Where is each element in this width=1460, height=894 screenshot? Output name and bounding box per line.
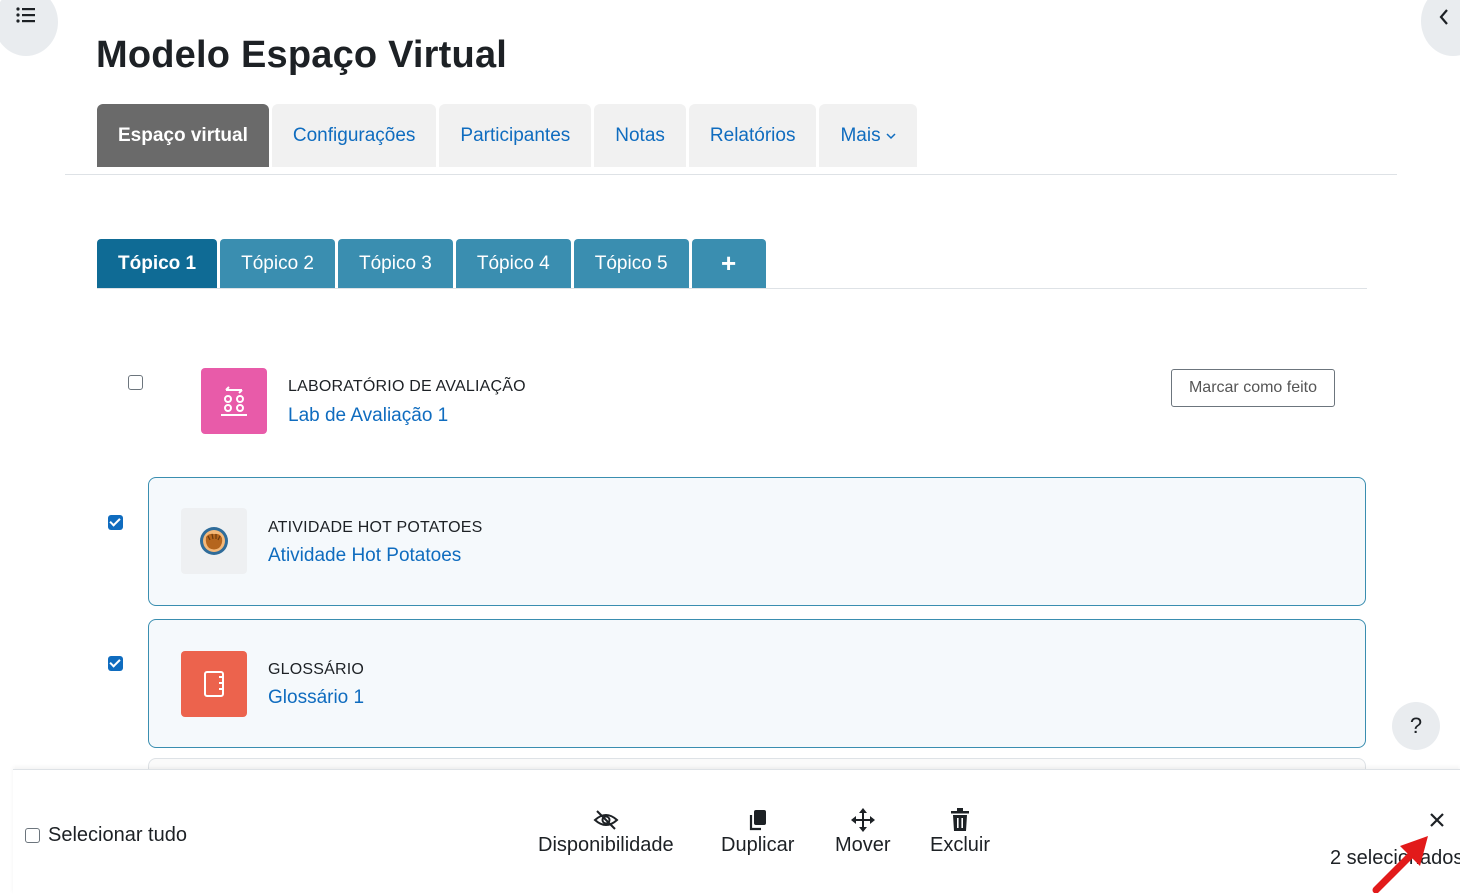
- glossary-icon: [181, 651, 247, 717]
- activity-card-selected[interactable]: [148, 477, 1366, 606]
- activity-checkbox[interactable]: [108, 656, 123, 671]
- topic-tab-label: Tópico 5: [594, 252, 668, 274]
- chevron-left-icon: [1438, 8, 1450, 31]
- page-title: Modelo Espaço Virtual: [96, 34, 508, 76]
- nav-tab-participantes[interactable]: Participantes: [439, 104, 592, 167]
- block-drawer-toggle[interactable]: [1421, 0, 1460, 56]
- availability-label: Disponibilidade: [538, 834, 674, 856]
- mark-as-done-button[interactable]: Marcar como feito: [1171, 369, 1335, 407]
- nav-divider: [65, 174, 1397, 175]
- topics-divider: [97, 288, 1367, 289]
- delete-label: Excluir: [930, 834, 991, 856]
- topic-tab-1[interactable]: Tópico 1: [97, 239, 218, 288]
- nav-tab-configuracoes[interactable]: Configurações: [271, 104, 437, 167]
- topic-tab-2[interactable]: Tópico 2: [220, 239, 335, 288]
- move-icon: [850, 806, 876, 834]
- list-icon: [16, 6, 36, 29]
- topic-tab-4[interactable]: Tópico 4: [455, 239, 571, 288]
- topic-tab-label: Tópico 4: [476, 252, 550, 274]
- secondary-navigation: Espaço virtual Configurações Participant…: [97, 104, 917, 167]
- activity-link[interactable]: Glossário 1: [268, 687, 364, 709]
- trash-icon: [950, 806, 970, 834]
- nav-tab-label: Relatórios: [709, 124, 796, 146]
- duplicate-label: Duplicar: [721, 834, 795, 856]
- topic-tab-5[interactable]: Tópico 5: [573, 239, 689, 288]
- activity-type-label: ATIVIDADE HOT POTATOES: [268, 519, 483, 536]
- help-button[interactable]: ?: [1392, 702, 1440, 750]
- nav-tab-espaco-virtual[interactable]: Espaço virtual: [97, 104, 269, 167]
- nav-tab-relatorios[interactable]: Relatórios: [688, 104, 817, 167]
- nav-tab-notas[interactable]: Notas: [594, 104, 686, 167]
- bulk-edit-toolbar: Selecionar tudo Disponibilidade Duplicar…: [13, 769, 1460, 894]
- nav-tab-label: Mais: [840, 124, 881, 146]
- activity-type-label: GLOSSÁRIO: [268, 661, 365, 678]
- topic-tabs: Tópico 1 Tópico 2 Tópico 3 Tópico 4 Tópi…: [97, 239, 766, 288]
- course-index-toggle[interactable]: [0, 0, 58, 56]
- annotation-arrow-icon: [1372, 836, 1428, 893]
- activity-type-label: LABORATÓRIO DE AVALIAÇÃO: [288, 378, 526, 395]
- hotpot-icon: [181, 508, 247, 574]
- question-icon: ?: [1409, 713, 1423, 738]
- delete-button[interactable]: Excluir: [930, 806, 990, 857]
- topic-tab-3[interactable]: Tópico 3: [338, 239, 453, 288]
- topic-tab-label: Tópico 1: [118, 252, 197, 274]
- eye-slash-icon: [592, 806, 620, 834]
- nav-tab-label: Configurações: [292, 124, 416, 146]
- availability-button[interactable]: Disponibilidade: [538, 806, 674, 857]
- activity-checkbox[interactable]: [108, 515, 123, 530]
- chevron-down-icon: [886, 132, 896, 140]
- move-button[interactable]: Mover: [835, 806, 891, 857]
- activity-checkbox[interactable]: [128, 375, 143, 390]
- close-icon[interactable]: [1429, 812, 1445, 833]
- topic-tab-label: Tópico 3: [359, 252, 432, 274]
- copy-icon: [747, 806, 769, 834]
- select-all-checkbox[interactable]: [25, 828, 40, 843]
- nav-tab-label: Participantes: [460, 124, 571, 146]
- duplicate-button[interactable]: Duplicar: [721, 806, 794, 857]
- add-topic-button[interactable]: +: [691, 239, 766, 288]
- select-all-toggle[interactable]: Selecionar tudo: [25, 824, 187, 847]
- workshop-icon: [201, 368, 267, 434]
- nav-tab-label: Espaço virtual: [118, 124, 248, 146]
- move-label: Mover: [835, 834, 891, 856]
- nav-tab-mais[interactable]: Mais: [819, 104, 917, 167]
- activity-link[interactable]: Lab de Avaliação 1: [288, 405, 448, 427]
- select-all-label: Selecionar tudo: [48, 824, 187, 846]
- activity-card-selected[interactable]: [148, 619, 1366, 748]
- nav-tab-label: Notas: [615, 124, 665, 146]
- topic-tab-label: Tópico 2: [241, 252, 314, 274]
- add-topic-label: +: [721, 248, 737, 278]
- activity-link[interactable]: Atividade Hot Potatoes: [268, 545, 461, 567]
